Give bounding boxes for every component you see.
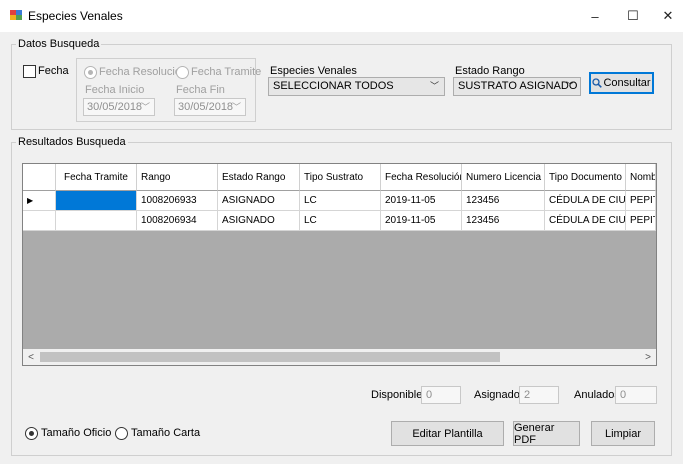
asignados-field[interactable]: 2 — [519, 386, 559, 404]
fecha-fin-picker[interactable]: 30/05/2018 ﹀ — [174, 98, 246, 116]
column-header[interactable]: Estado Rango — [218, 164, 300, 191]
disponibles-field[interactable]: 0 — [421, 386, 461, 404]
table-cell[interactable]: CÉDULA DE CIU... — [545, 211, 626, 231]
chevron-down-icon: ﹀ — [140, 102, 150, 112]
table-cell[interactable]: 1008206934 — [137, 211, 218, 231]
table-cell[interactable]: LC — [300, 211, 381, 231]
table-cell[interactable]: ASIGNADO — [218, 191, 300, 211]
table-row[interactable]: 1008206934 ASIGNADO LC 2019-11-05 123456… — [23, 211, 656, 231]
especies-label: Especies Venales — [270, 65, 357, 77]
column-header[interactable]: Tipo Documento — [545, 164, 626, 191]
row-indicator-icon: ▶ — [23, 191, 56, 211]
maximize-button[interactable]: ☐ — [613, 0, 653, 32]
tamano-oficio-radio[interactable] — [25, 427, 38, 440]
asignados-label: Asignados — [474, 389, 526, 401]
scroll-left-icon[interactable]: < — [23, 349, 39, 365]
fecha-tramite-label: Fecha Tramite — [191, 66, 262, 78]
column-header[interactable]: Numero Licencia — [462, 164, 545, 191]
grid-header: Fecha Tramite Rango Estado Rango Tipo Su… — [23, 164, 656, 191]
table-row[interactable]: ▶ 1008206933 ASIGNADO LC 2019-11-05 1234… — [23, 191, 656, 211]
fecha-fin-value: 30/05/2018 — [178, 101, 234, 113]
app-icon — [10, 10, 22, 20]
close-button[interactable]: ✕ — [648, 0, 683, 32]
table-cell[interactable]: LC — [300, 191, 381, 211]
fecha-label: Fecha — [38, 65, 69, 77]
column-header[interactable]: Fecha Resolución — [381, 164, 462, 191]
column-header[interactable]: Fecha Tramite — [56, 164, 137, 191]
table-cell[interactable]: PEPITO — [626, 191, 656, 211]
table-cell-selected[interactable] — [56, 191, 137, 211]
table-cell[interactable]: 123456 — [462, 211, 545, 231]
anulados-field[interactable]: 0 — [615, 386, 657, 404]
estado-rango-label: Estado Rango — [455, 65, 525, 77]
column-header[interactable]: Tipo Sustrato — [300, 164, 381, 191]
tamano-carta-radio[interactable] — [115, 427, 128, 440]
fecha-fin-label: Fecha Fin — [176, 84, 225, 96]
chevron-down-icon: ﹀ — [429, 81, 439, 91]
table-cell[interactable]: CÉDULA DE CIU... — [545, 191, 626, 211]
scrollbar-thumb[interactable] — [40, 352, 500, 362]
chevron-down-icon: ﹀ — [231, 102, 241, 112]
table-cell[interactable]: ASIGNADO — [218, 211, 300, 231]
window-title: Especies Venales — [28, 9, 123, 23]
table-cell[interactable]: 2019-11-05 — [381, 191, 462, 211]
estado-rango-value: SUSTRATO ASIGNADO — [458, 80, 578, 92]
table-cell[interactable] — [56, 211, 137, 231]
tamano-carta-label: Tamaño Carta — [131, 427, 201, 439]
table-cell[interactable]: 2019-11-05 — [381, 211, 462, 231]
limpiar-button[interactable]: Limpiar — [591, 421, 655, 446]
anulados-label: Anulados — [574, 389, 620, 401]
row-header-corner — [23, 164, 56, 191]
search-icon — [592, 78, 603, 88]
generar-pdf-button[interactable]: Generar PDF — [513, 421, 580, 446]
table-cell[interactable]: 123456 — [462, 191, 545, 211]
fecha-resolucion-label: Fecha Resolucion — [99, 66, 188, 78]
consultar-button[interactable]: Consultar — [589, 72, 654, 94]
estado-rango-select[interactable]: SUSTRATO ASIGNADO ﹀ — [453, 77, 581, 96]
horizontal-scrollbar[interactable]: < > — [23, 349, 656, 365]
editar-plantilla-button[interactable]: Editar Plantilla — [391, 421, 504, 446]
fecha-checkbox[interactable] — [23, 65, 36, 78]
fecha-inicio-value: 30/05/2018 — [87, 101, 143, 113]
especies-value: SELECCIONAR TODOS — [273, 80, 394, 92]
table-cell[interactable]: PEPITO — [626, 211, 656, 231]
fecha-resolucion-radio[interactable] — [84, 66, 97, 79]
table-cell[interactable]: 1008206933 — [137, 191, 218, 211]
column-header[interactable]: Nomb — [626, 164, 656, 191]
consultar-label: Consultar — [603, 77, 651, 89]
search-group-label: Datos Busqueda — [18, 38, 100, 50]
fecha-inicio-label: Fecha Inicio — [85, 84, 145, 96]
scroll-right-icon[interactable]: > — [640, 349, 656, 365]
column-header[interactable]: Rango — [137, 164, 218, 191]
tamano-oficio-label: Tamaño Oficio — [41, 427, 112, 439]
results-grid[interactable]: Fecha Tramite Rango Estado Rango Tipo Su… — [22, 163, 657, 366]
results-group-label: Resultados Busqueda — [18, 136, 126, 148]
minimize-button[interactable]: – — [575, 0, 615, 32]
chevron-down-icon: ﹀ — [565, 81, 575, 91]
title-bar: Especies Venales – ☐ ✕ — [0, 0, 683, 32]
disponibles-label: Disponibles — [371, 389, 428, 401]
especies-select[interactable]: SELECCIONAR TODOS ﹀ — [268, 77, 445, 96]
row-header[interactable] — [23, 211, 56, 231]
fecha-inicio-picker[interactable]: 30/05/2018 ﹀ — [83, 98, 155, 116]
fecha-tramite-radio[interactable] — [176, 66, 189, 79]
